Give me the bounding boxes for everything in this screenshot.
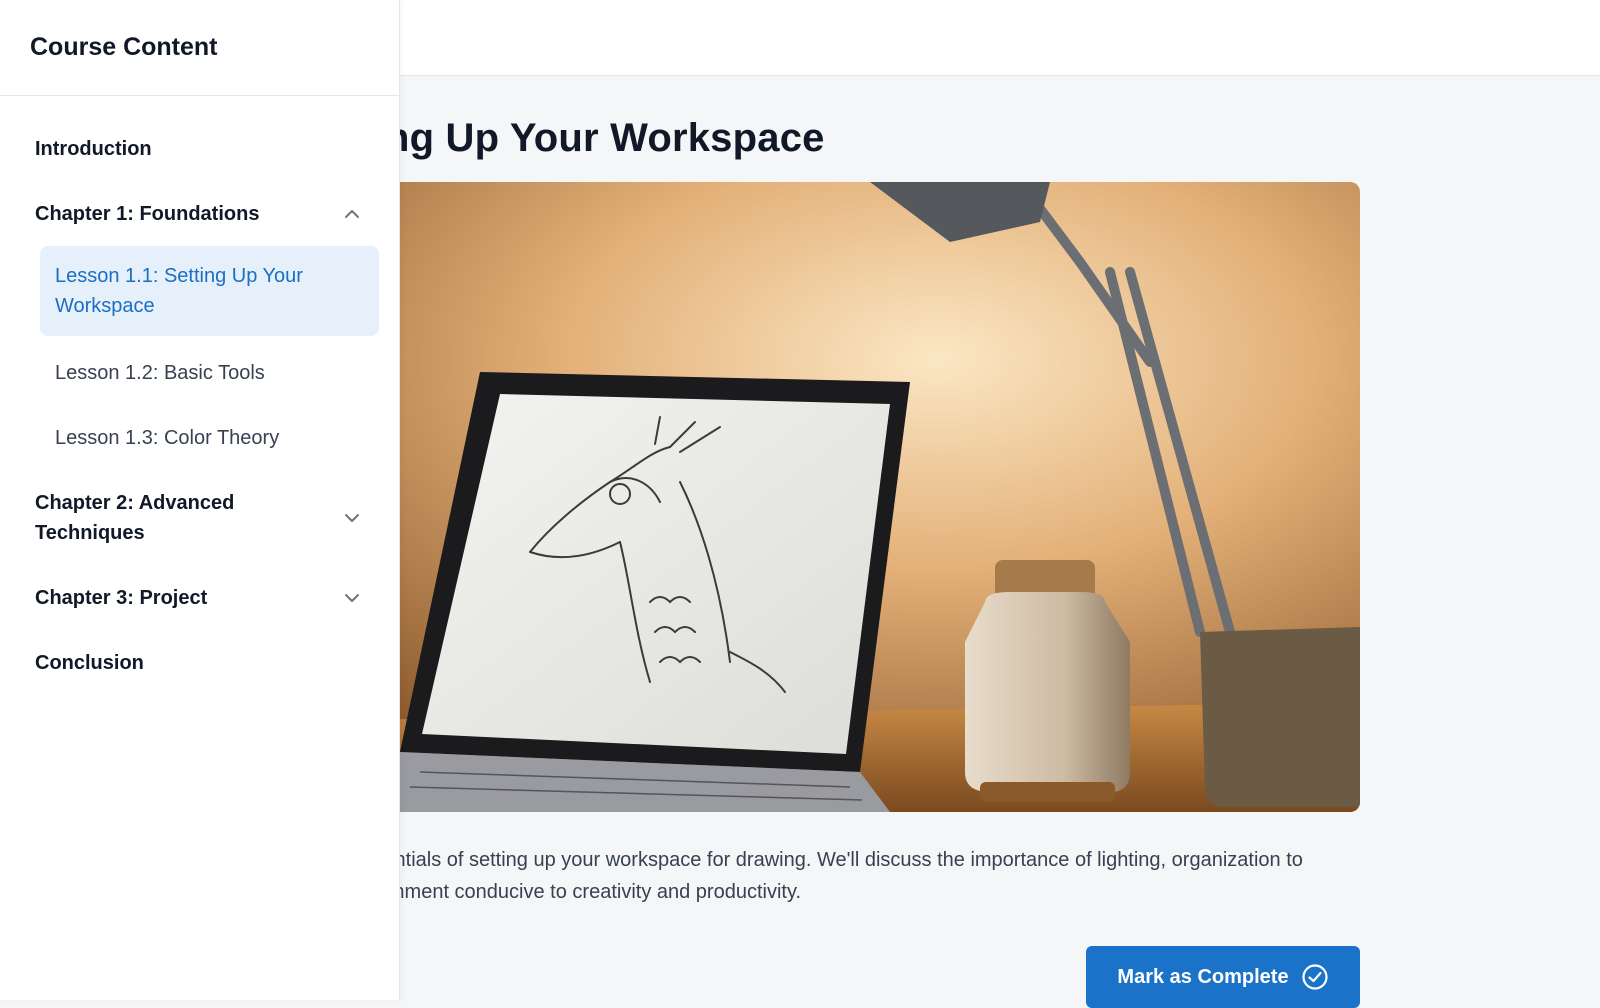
sidebar-header: Course Content	[0, 0, 399, 96]
sidebar-item-label: Chapter 2: Advanced Techniques	[35, 491, 235, 544]
sidebar-item-label: Chapter 1: Foundations	[35, 202, 260, 225]
chevron-down-icon[interactable]	[340, 586, 364, 610]
lesson-title: 1: Setting Up Your Workspace	[250, 116, 825, 160]
lesson-item-label: Lesson 1.2: Basic Tools	[55, 361, 265, 384]
chevron-up-icon[interactable]	[340, 202, 364, 226]
lesson-description: ll cover the essentials of setting up yo…	[250, 849, 1303, 903]
chevron-down-icon[interactable]	[340, 506, 364, 530]
course-content-sidebar: Course Content Introduction Chapter 1: F…	[0, 0, 400, 1000]
sidebar-item-label: Chapter 3: Project	[35, 586, 208, 609]
sidebar-item-chapter-3[interactable]: Chapter 3: Project	[20, 565, 379, 630]
mark-complete-label: Mark as Complete	[1117, 965, 1289, 988]
sidebar-item-introduction[interactable]: Introduction	[20, 116, 379, 181]
sidebar-item-label: Introduction	[35, 137, 152, 160]
sidebar-item-label: Conclusion	[35, 651, 144, 674]
sidebar-item-conclusion[interactable]: Conclusion	[20, 630, 379, 695]
sidebar-title: Course Content	[30, 33, 218, 61]
sidebar-item-chapter-1[interactable]: Chapter 1: Foundations	[20, 181, 379, 246]
lesson-hero-image	[250, 182, 1360, 812]
check-circle-icon	[1301, 964, 1328, 990]
lesson-item-label: Lesson 1.1: Setting Up Your Workspace	[55, 265, 303, 317]
lesson-item-1-3[interactable]: Lesson 1.3: Color Theory	[40, 405, 379, 470]
lesson-item-1-1[interactable]: Lesson 1.1: Setting Up Your Workspace	[40, 246, 379, 336]
course-nav: Introduction Chapter 1: Foundations Less…	[0, 96, 399, 695]
mark-complete-button[interactable]: Mark as Complete	[1086, 946, 1360, 1008]
sidebar-item-chapter-2[interactable]: Chapter 2: Advanced Techniques	[20, 470, 379, 565]
lesson-item-1-2[interactable]: Lesson 1.2: Basic Tools	[40, 340, 379, 405]
lesson-item-label: Lesson 1.3: Color Theory	[55, 426, 280, 449]
